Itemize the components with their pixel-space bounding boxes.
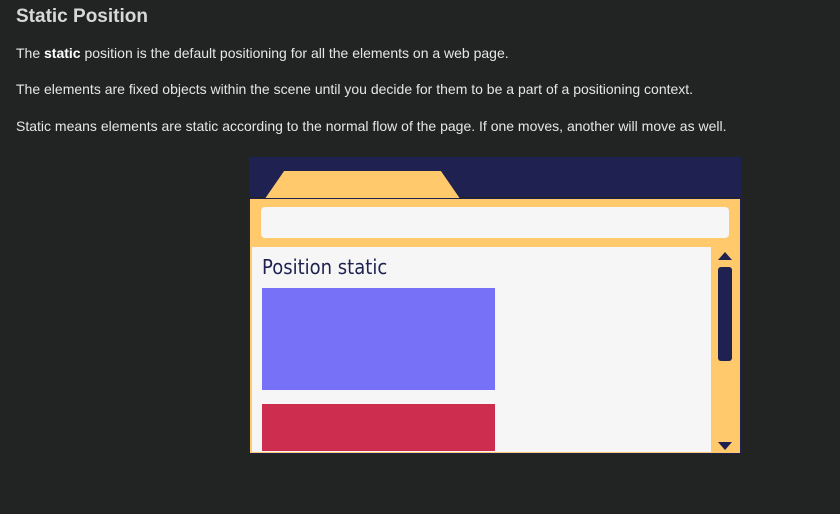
article: Static Position The static position is t… (0, 0, 840, 514)
page-title: Static Position (16, 6, 148, 27)
browser-viewport: Position static (252, 247, 711, 452)
scrollbar (714, 252, 736, 452)
scroll-up-icon (718, 252, 732, 260)
viewport-heading: Position static (262, 255, 388, 279)
paragraph-static-meaning: Static means elements are static accordi… (16, 118, 727, 134)
paragraph-intro-start: The (16, 45, 45, 61)
address-bar (261, 207, 729, 238)
keyword-static: static (44, 45, 81, 61)
static-box-2 (262, 404, 495, 451)
paragraph-elements: The elements are fixed objects within th… (16, 81, 694, 97)
scroll-down-icon (718, 442, 732, 450)
scrollbar-thumb (718, 267, 732, 361)
browser-illustration: Position static (249, 157, 741, 454)
paragraph-intro: The static position is the default posit… (16, 44, 509, 62)
static-box-1 (262, 288, 495, 390)
paragraph-intro-end: position is the default positioning for … (80, 45, 509, 61)
